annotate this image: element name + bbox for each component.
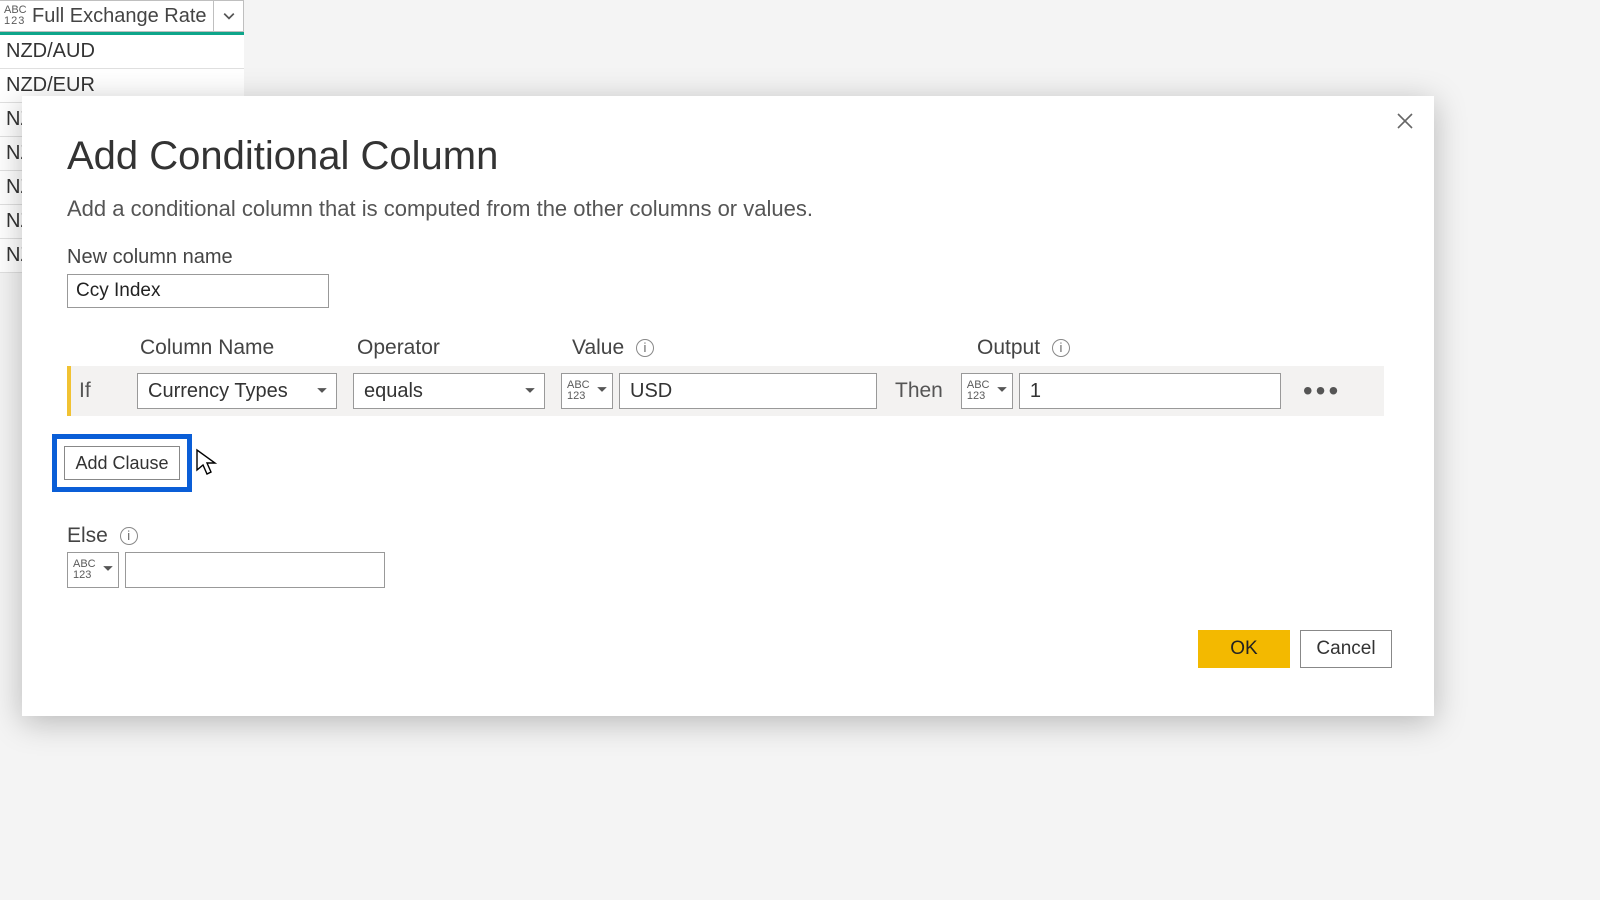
chevron-down-icon [316,380,328,403]
header-output: Output i [977,336,1070,360]
add-clause-button[interactable]: Add Clause [64,446,180,480]
else-row: ABC 123 [67,552,385,588]
header-value-text: Value [572,336,624,359]
value-type-select[interactable]: ABC 123 [561,373,613,409]
output-input[interactable] [1019,373,1281,409]
then-label: Then [895,379,943,403]
chevron-down-icon [596,384,608,399]
info-icon[interactable]: i [636,339,654,357]
table-row[interactable]: NZD/AUD [0,35,244,69]
column-filter-dropdown[interactable] [213,1,243,31]
info-icon[interactable]: i [1052,339,1070,357]
column-header-text: Full Exchange Rate [32,5,207,28]
num-label: 123 [967,391,985,402]
if-label: If [71,379,137,403]
operator-value: equals [364,380,423,403]
header-value: Value i [572,336,654,360]
column-header[interactable]: ABC 123 Full Exchange Rate [0,0,244,32]
else-label: Else i [67,524,138,548]
close-icon [1396,112,1414,130]
column-name-value: Currency Types [148,380,288,403]
num-label: 123 [73,570,91,581]
cancel-button[interactable]: Cancel [1300,630,1392,668]
operator-select[interactable]: equals [353,373,545,409]
clause-row: If Currency Types equals ABC 123 Then AB… [67,366,1384,416]
chevron-down-icon [524,380,536,403]
num-label: 123 [4,16,32,27]
else-label-text: Else [67,524,108,547]
value-input[interactable] [619,373,877,409]
cursor-icon [194,448,220,478]
close-button[interactable] [1390,106,1420,136]
column-name-select[interactable]: Currency Types [137,373,337,409]
else-type-select[interactable]: ABC 123 [67,552,119,588]
header-operator: Operator [357,336,440,360]
else-input[interactable] [125,552,385,588]
ok-label: OK [1230,638,1257,660]
more-options-button[interactable]: ••• [1303,375,1341,407]
header-output-text: Output [977,336,1040,359]
ellipsis-icon: ••• [1303,375,1341,406]
dialog-title: Add Conditional Column [67,134,498,179]
cell-value: NZD/AUD [6,40,95,63]
ok-button[interactable]: OK [1198,630,1290,668]
info-icon[interactable]: i [120,527,138,545]
data-type-icon[interactable]: ABC 123 [4,5,32,27]
chevron-down-icon [996,384,1008,399]
cell-value: NZD/EUR [6,74,95,97]
dialog-subtitle: Add a conditional column that is compute… [67,196,813,222]
add-clause-label: Add Clause [75,453,168,474]
add-conditional-column-dialog: Add Conditional Column Add a conditional… [22,96,1434,716]
header-column-name: Column Name [140,336,274,360]
chevron-down-icon [102,563,114,578]
cancel-label: Cancel [1316,638,1375,660]
num-label: 123 [567,391,585,402]
new-column-label: New column name [67,246,233,269]
output-type-select[interactable]: ABC 123 [961,373,1013,409]
chevron-down-icon [223,10,235,22]
new-column-input[interactable] [67,274,329,308]
